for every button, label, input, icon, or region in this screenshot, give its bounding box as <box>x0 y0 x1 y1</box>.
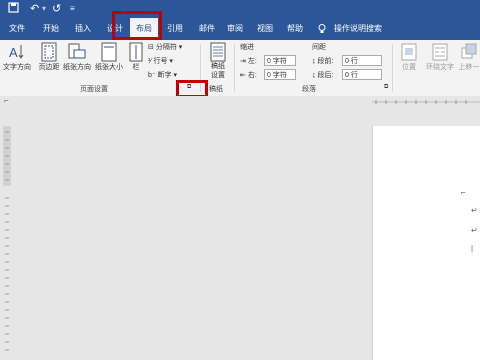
undo-icon[interactable]: ↶ <box>30 2 39 16</box>
manuscript-label: 稿纸设置 <box>211 63 225 79</box>
ruler-ticks <box>372 100 480 104</box>
columns-button[interactable]: 栏 <box>128 40 144 72</box>
paper-size-icon <box>101 42 117 62</box>
spacing-after-label: ↨ 段后: <box>312 72 334 79</box>
customize-icon[interactable]: ≡ <box>70 2 75 16</box>
manuscript-button[interactable]: 稿纸设置 <box>204 40 232 80</box>
separator <box>234 44 235 92</box>
bring-forward-icon <box>461 43 477 59</box>
document-page[interactable]: ⌐ ↵ ↵ | <box>372 126 480 360</box>
position-button[interactable]: 位置 <box>398 40 420 72</box>
tab-review[interactable]: 审阅 <box>224 18 246 40</box>
tab-highlight <box>112 11 162 40</box>
horizontal-ruler[interactable]: ⌐ <box>0 96 480 108</box>
position-label: 位置 <box>402 64 416 71</box>
paragraph-group-label: 段落 <box>302 86 316 93</box>
manuscript-icon <box>210 42 226 62</box>
line-numbers-button[interactable]: ¹⁄ 行号 ▾ <box>148 56 173 66</box>
separator <box>392 44 393 92</box>
title-bar: ↶ ▾ ↺ ≡ <box>0 0 480 18</box>
spacing-before-label: ↨ 段前: <box>312 58 334 65</box>
lightbulb-icon <box>316 18 328 40</box>
tab-help[interactable]: 帮助 <box>284 18 306 40</box>
bring-forward-button[interactable]: 上移一 <box>458 40 480 72</box>
hyphenation-button[interactable]: b⁻ 断字 ▾ <box>148 70 177 80</box>
bring-forward-label: 上移一 <box>458 64 480 71</box>
ribbon-layout: A 文字方向 页边距 纸张方向 纸张大小 栏 ⊟ 分隔符 ▾ ¹⁄ 行号 ▾ b… <box>0 40 480 97</box>
tab-references[interactable]: 引用 <box>162 18 188 40</box>
page-setup-group-label: 页面设置 <box>80 86 108 93</box>
columns-icon <box>129 42 143 62</box>
text-direction-button[interactable]: A 文字方向 <box>2 40 32 72</box>
tab-home[interactable]: 开始 <box>40 18 62 40</box>
tab-view[interactable]: 视图 <box>254 18 276 40</box>
orientation-label: 纸张方向 <box>63 64 91 71</box>
hyphenation-label: 断字 <box>157 72 172 79</box>
margins-button[interactable]: 页边距 <box>36 40 62 72</box>
redo-icon[interactable]: ↺ <box>52 2 61 16</box>
wrap-text-button[interactable]: 环绕文字 <box>424 40 456 72</box>
tab-mailings[interactable]: 邮件 <box>196 18 218 40</box>
ribbon-tabs: 文件 开始 插入 设计 布局 引用 邮件 审阅 视图 帮助 操作说明搜索 <box>0 18 480 40</box>
manuscript-group-label: 稿纸 <box>209 86 223 93</box>
indent-right-icon: ⇤ <box>240 72 246 79</box>
spacing-before-field[interactable]: 0 行 <box>342 55 382 66</box>
corner-mark: ⌐ <box>461 188 466 197</box>
text-cursor: | <box>471 244 474 253</box>
text-direction-icon: A <box>9 45 24 60</box>
columns-label: 栏 <box>132 64 140 71</box>
tab-insert[interactable]: 插入 <box>72 18 94 40</box>
indent-label: 缩进 <box>240 44 254 51</box>
spacing-after-icon: ↨ <box>312 72 316 79</box>
paragraph-dialog-launcher[interactable]: ⧉ <box>384 84 388 91</box>
undo-dropdown-icon[interactable]: ▾ <box>42 2 46 16</box>
position-icon <box>401 43 417 61</box>
margins-label: 页边距 <box>38 64 60 71</box>
spacing-after-field[interactable]: 0 行 <box>342 69 382 80</box>
spacing-before-icon: ↨ <box>312 58 316 65</box>
text-direction-label: 文字方向 <box>3 64 31 71</box>
vertical-ruler-ticks <box>3 126 11 351</box>
wrap-text-label: 环绕文字 <box>426 64 454 71</box>
indent-left-field[interactable]: 0 字符 <box>264 55 296 66</box>
paragraph-mark: ↵ <box>471 206 478 215</box>
line-numbers-icon: ¹⁄ <box>148 58 152 65</box>
search-box[interactable]: 操作说明搜索 <box>334 18 394 40</box>
vertical-ruler[interactable] <box>0 108 14 360</box>
breaks-label: 分隔符 <box>155 44 177 51</box>
margins-icon <box>41 42 57 62</box>
breaks-icon: ⊟ <box>148 44 154 51</box>
size-label: 纸张大小 <box>95 64 123 71</box>
paragraph-mark: ↵ <box>471 226 478 235</box>
svg-text:A: A <box>9 45 18 60</box>
line-numbers-label: 行号 <box>153 58 168 65</box>
tab-file[interactable]: 文件 <box>6 18 28 40</box>
spacing-label: 间距 <box>312 44 326 51</box>
wrap-text-icon <box>432 43 448 61</box>
indent-right-label: ⇤ 右: <box>240 72 257 79</box>
breaks-button[interactable]: ⊟ 分隔符 ▾ <box>148 42 182 52</box>
indent-left-icon: ⇥ <box>240 58 246 65</box>
indent-right-field[interactable]: 0 字符 <box>264 69 296 80</box>
size-button[interactable]: 纸张大小 <box>94 40 124 72</box>
orientation-button[interactable]: 纸张方向 <box>62 40 92 72</box>
save-icon[interactable] <box>8 2 19 17</box>
indent-left-label: ⇥ 左: <box>240 58 257 65</box>
hyphenation-icon: b⁻ <box>148 72 156 79</box>
orientation-icon <box>68 43 86 59</box>
